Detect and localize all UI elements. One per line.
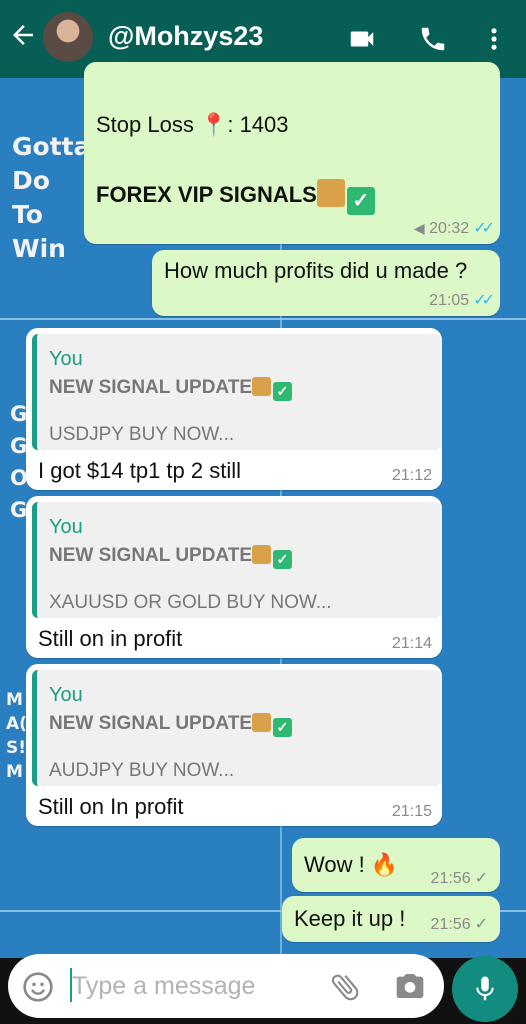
message-time: 20:32 [429,220,470,237]
camera-icon[interactable] [394,970,426,1007]
sent-tick-icon: ✓ [474,870,488,887]
speaker-icon: ◀ [413,220,425,236]
quote-body: USDJPY BUY NOW... [49,424,235,445]
emoji-icon[interactable] [22,971,54,1008]
sent-tick-icon: ✓ [474,916,488,933]
read-ticks-icon: ✓✓ [473,292,495,309]
quoted-message[interactable]: You NEW SIGNAL UPDATE ✓ XAUUSD OR GOLD BU… [32,502,441,618]
message-text: Still on In profit [38,794,184,819]
quote-title: NEW SIGNAL UPDATE ✓ [49,377,293,401]
message-bubble-incoming[interactable]: You NEW SIGNAL UPDATE ✓ AUDJPY BUY NOW...… [26,664,442,826]
contact-name[interactable]: @Mohzys23 [108,21,263,52]
message-text-bold: FOREX VIP SIGNALS ✓ [96,179,375,215]
quote-body: AUDJPY BUY NOW... [49,760,235,781]
quote-title: NEW SIGNAL UPDATE ✓ [49,545,293,569]
quote-author: You [49,348,83,370]
wallpaper-text-gotta: Gotta Do To Win [12,132,91,263]
wallpaper-text-m: M A( S! M [6,690,27,782]
mic-icon [470,972,500,1011]
message-meta: 21:56 ✓ [431,868,488,888]
message-text: Stop Loss 📍: 1403 [96,112,289,137]
message-input[interactable]: Type a message [8,954,444,1018]
message-meta: 21:05 ✓✓ [429,290,495,310]
message-bubble-outgoing[interactable]: Keep it up ! 21:56 ✓ [282,896,500,942]
teacher-emoji-icon [252,377,272,396]
message-bubble-outgoing[interactable]: Wow ! 🔥 21:56 ✓ [292,838,500,892]
message-bubble-outgoing[interactable]: Stop Loss 📍: 1403 FOREX VIP SIGNALS ✓ ◀ 2… [84,62,500,244]
message-time: 21:14 [391,635,432,652]
message-time: 21:15 [391,803,432,820]
wallpaper-line [0,318,526,320]
message-input-placeholder: Type a message [72,972,256,1000]
message-meta: 21:56 ✓ [431,914,488,934]
more-options-icon[interactable] [480,24,508,59]
quote-body: XAUUSD OR GOLD BUY NOW... [49,592,332,613]
quote-author: You [49,516,83,538]
back-arrow-icon[interactable] [8,20,38,56]
teacher-emoji-icon [252,545,272,564]
avatar[interactable] [43,12,93,62]
message-time: 21:05 [429,292,470,309]
phone-icon[interactable] [418,24,448,59]
video-call-icon[interactable] [346,24,378,59]
teacher-emoji-icon [252,713,272,732]
quoted-message[interactable]: You NEW SIGNAL UPDATE ✓ AUDJPY BUY NOW... [32,670,441,786]
mic-button[interactable] [452,956,518,1022]
message-time: 21:12 [391,467,432,484]
message-meta: ◀ 20:32 ✓✓ [413,218,495,238]
check-emoji-icon: ✓ [273,550,293,569]
read-ticks-icon: ✓✓ [473,220,495,237]
message-bubble-incoming[interactable]: You NEW SIGNAL UPDATE ✓ USDJPY BUY NOW...… [26,328,442,490]
check-emoji-icon: ✓ [346,187,375,215]
message-bubble-outgoing[interactable]: How much profits did u made ? 21:05 ✓✓ [152,250,500,316]
check-emoji-icon: ✓ [273,718,293,737]
message-text: Still on in profit [38,626,183,651]
message-text: How much profits did u made ? [164,258,468,283]
quote-title: NEW SIGNAL UPDATE ✓ [49,713,293,737]
message-bubble-incoming[interactable]: You NEW SIGNAL UPDATE ✓ XAUUSD OR GOLD BU… [26,496,442,658]
teacher-emoji-icon [316,179,345,207]
message-text: I got $14 tp1 tp 2 still [38,458,242,483]
quoted-message[interactable]: You NEW SIGNAL UPDATE ✓ USDJPY BUY NOW... [32,334,441,450]
check-emoji-icon: ✓ [273,382,293,401]
message-time: 21:56 [430,916,471,933]
quote-author: You [49,684,83,706]
message-time: 21:56 [430,870,471,887]
attach-icon[interactable] [328,970,362,1009]
message-text: Keep it up ! [294,906,406,931]
message-text: Wow ! 🔥 [304,852,399,877]
